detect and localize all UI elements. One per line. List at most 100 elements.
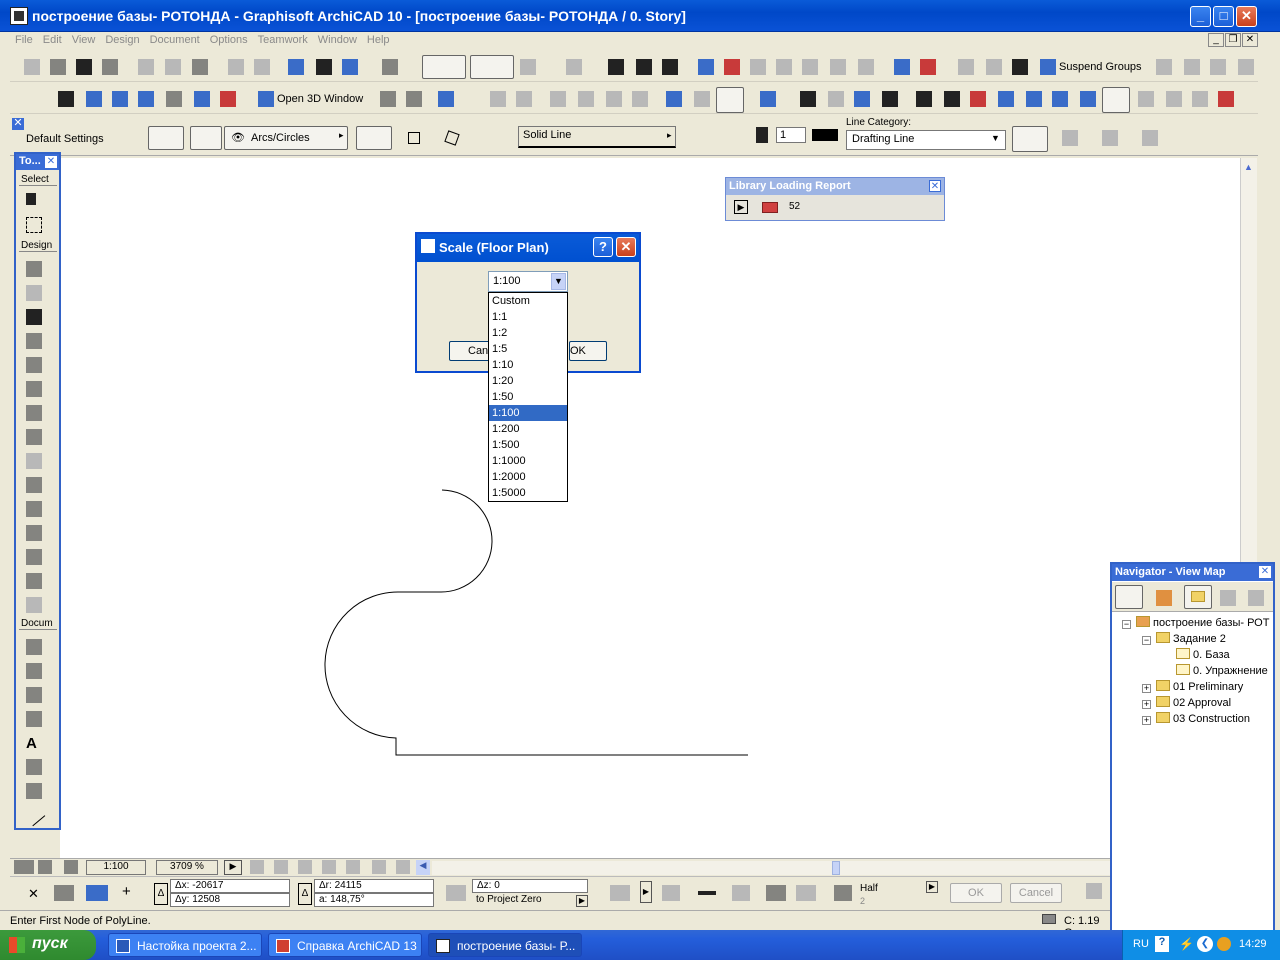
floor-plan-canvas[interactable] bbox=[60, 158, 1240, 858]
save-icon[interactable] bbox=[76, 59, 92, 75]
navigator-close-icon[interactable]: ✕ bbox=[1259, 566, 1271, 578]
ok-control-button[interactable]: OK bbox=[950, 883, 1002, 903]
paste-icon[interactable] bbox=[192, 59, 208, 75]
arrow-start-icon[interactable] bbox=[1062, 130, 1078, 146]
collapse-icon[interactable]: − bbox=[1122, 620, 1131, 629]
ungroup-icon[interactable] bbox=[920, 59, 936, 75]
door-tool[interactable] bbox=[24, 308, 44, 326]
scale-option[interactable]: 1:1000 bbox=[489, 453, 567, 469]
text-tool[interactable]: A bbox=[24, 734, 44, 752]
line-type-dropdown[interactable]: Solid Line ▸ bbox=[518, 126, 676, 148]
rotated-rectangle-icon[interactable] bbox=[444, 130, 460, 146]
angle-dimension-tool[interactable] bbox=[24, 686, 44, 704]
align-button[interactable] bbox=[1102, 87, 1130, 113]
play-icon[interactable]: ▶ bbox=[734, 200, 748, 214]
scale-option[interactable]: 1:50 bbox=[489, 389, 567, 405]
language-indicator[interactable]: RU bbox=[1133, 938, 1149, 950]
line-tool[interactable] bbox=[22, 803, 46, 827]
animation-icon[interactable] bbox=[1052, 91, 1068, 107]
plus-icon[interactable]: + bbox=[122, 883, 131, 900]
elevation-icon[interactable] bbox=[446, 885, 466, 901]
menu-view[interactable]: View bbox=[67, 32, 101, 48]
3d-sphere-icon[interactable] bbox=[406, 91, 422, 107]
layer-settings-button[interactable] bbox=[190, 126, 222, 150]
cut-icon[interactable] bbox=[138, 59, 154, 75]
copy-icon[interactable] bbox=[165, 59, 181, 75]
scale-option[interactable]: 1:500 bbox=[489, 437, 567, 453]
snap-menu-icon[interactable]: ▶ bbox=[926, 881, 938, 893]
mdi-close-button[interactable]: ✕ bbox=[1242, 33, 1258, 47]
bring-forward-icon[interactable] bbox=[1184, 59, 1200, 75]
publish-icon[interactable] bbox=[1218, 91, 1234, 107]
fit-window-icon[interactable] bbox=[346, 860, 360, 874]
quick-options-icon[interactable] bbox=[64, 860, 78, 874]
export-icon[interactable] bbox=[760, 91, 776, 107]
menu-teamwork[interactable]: Teamwork bbox=[253, 32, 313, 48]
network-icon[interactable]: ⚡ bbox=[1179, 937, 1194, 951]
level-dimension-tool[interactable] bbox=[24, 662, 44, 680]
layout-book-icon[interactable] bbox=[1220, 590, 1236, 606]
tree-item[interactable]: Задание 2 bbox=[1156, 632, 1226, 645]
tree-root[interactable]: построение базы- РОТ bbox=[1136, 616, 1269, 629]
scale-option[interactable]: 1:1 bbox=[489, 309, 567, 325]
markup-icon[interactable] bbox=[220, 91, 236, 107]
taskbar-item[interactable]: Справка ArchiCAD 13 bbox=[268, 933, 422, 957]
library-report-close-icon[interactable]: ✕ bbox=[929, 180, 941, 192]
dy-field[interactable]: Δy: 12508 bbox=[170, 893, 290, 907]
stair-tool[interactable] bbox=[24, 500, 44, 518]
layers-icon[interactable] bbox=[138, 91, 154, 107]
open-3d-icon[interactable] bbox=[258, 91, 274, 107]
mirror-icon[interactable] bbox=[830, 59, 846, 75]
tree-item[interactable]: 0. Упражнение bbox=[1176, 664, 1268, 677]
3d-doc-icon[interactable] bbox=[882, 91, 898, 107]
trim-icon[interactable] bbox=[698, 59, 714, 75]
tree-icon[interactable] bbox=[606, 91, 622, 107]
angle-field[interactable]: a: 148,75° bbox=[314, 893, 434, 907]
wall-tool[interactable] bbox=[24, 260, 44, 278]
grid-snap-icon[interactable] bbox=[520, 59, 536, 75]
3d-box-icon[interactable] bbox=[380, 91, 396, 107]
sun-icon[interactable] bbox=[632, 91, 648, 107]
scale-option[interactable]: 1:5000 bbox=[489, 485, 567, 501]
fillet-icon[interactable] bbox=[802, 59, 818, 75]
pointer-icon[interactable] bbox=[566, 59, 582, 75]
geometry-method-dropdown[interactable]: 👁 Arcs/Circles ▸ bbox=[224, 126, 348, 150]
lock-icon[interactable] bbox=[986, 59, 1002, 75]
arrow-both-icon[interactable] bbox=[1142, 130, 1158, 146]
check-icon[interactable] bbox=[698, 891, 716, 895]
roof-tool[interactable] bbox=[24, 404, 44, 422]
edit-icon[interactable] bbox=[1012, 59, 1028, 75]
new-file-icon[interactable] bbox=[24, 59, 40, 75]
split-icon[interactable] bbox=[724, 59, 740, 75]
expand-icon[interactable]: + bbox=[1142, 700, 1151, 709]
hatch-icon[interactable] bbox=[86, 91, 102, 107]
chevron-left-icon[interactable]: ❮ bbox=[1197, 936, 1213, 952]
tree-item[interactable]: 03 Construction bbox=[1156, 712, 1250, 725]
vr-icon[interactable] bbox=[1080, 91, 1096, 107]
marquee-tool[interactable] bbox=[24, 216, 44, 234]
shell-tool[interactable] bbox=[24, 524, 44, 542]
walk-icon[interactable] bbox=[490, 91, 506, 107]
menu-help[interactable]: Help bbox=[362, 32, 395, 48]
mesh-tool[interactable] bbox=[24, 476, 44, 494]
beam-tool[interactable] bbox=[24, 428, 44, 446]
suspend-groups-icon[interactable] bbox=[1040, 59, 1056, 75]
scale-select[interactable]: 1:100 ▼ bbox=[488, 271, 568, 292]
gravity-button[interactable] bbox=[470, 55, 514, 79]
suspend-groups-button[interactable]: Suspend Groups bbox=[1059, 61, 1142, 73]
arrow-none-button[interactable] bbox=[1012, 126, 1048, 152]
menu-document[interactable]: Document bbox=[145, 32, 205, 48]
curtain-wall-tool[interactable] bbox=[24, 452, 44, 470]
scale-option[interactable]: Custom bbox=[489, 293, 567, 309]
horizontal-scrollbar[interactable] bbox=[432, 861, 1110, 875]
label-tool[interactable] bbox=[24, 758, 44, 776]
layer-icon[interactable] bbox=[958, 59, 974, 75]
polar-lock-icon[interactable]: Δ bbox=[298, 883, 312, 905]
taskbar-item-active[interactable]: построение базы- Р... bbox=[428, 933, 582, 957]
send-back-icon[interactable] bbox=[1238, 59, 1254, 75]
cancel-button[interactable]: Cance bbox=[449, 341, 493, 361]
constraint-icon[interactable] bbox=[610, 885, 630, 901]
zoom-out-icon[interactable] bbox=[298, 860, 312, 874]
object-tool[interactable] bbox=[24, 356, 44, 374]
scale-option[interactable]: 1:10 bbox=[489, 357, 567, 373]
